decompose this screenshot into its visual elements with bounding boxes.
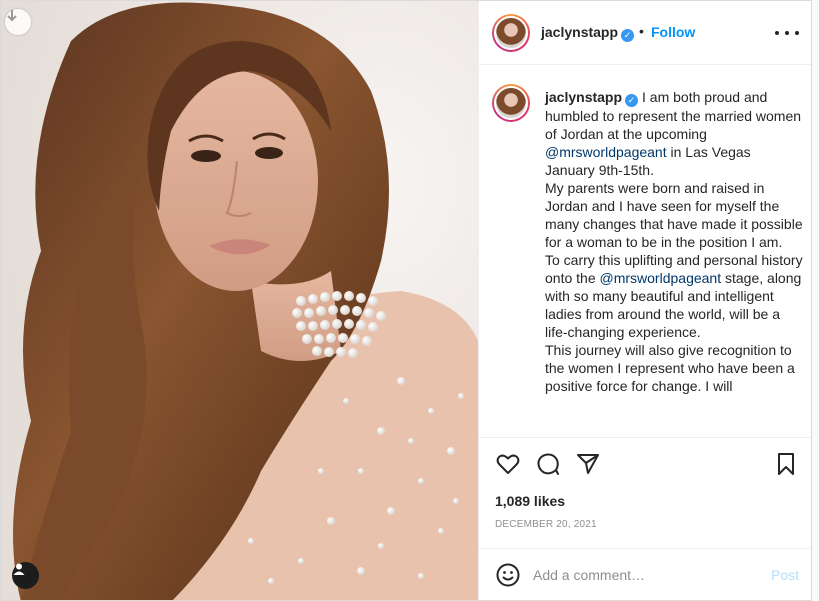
post-actions (479, 449, 811, 479)
post-header: jaclynstapp ✓ • Follow (479, 1, 811, 65)
verified-badge-icon: ✓ (625, 94, 639, 107)
post-caption: jaclynstapp ✓ I am both proud and humbled … (545, 89, 803, 394)
post-date[interactable]: DECEMBER 20, 2021 (495, 519, 597, 530)
caption-text: My parents were born and raised in Jorda… (545, 180, 803, 250)
separator-dot: • (639, 23, 644, 39)
user-tags-button[interactable] (12, 562, 39, 589)
caption-avatar[interactable] (492, 84, 530, 122)
likes-count[interactable]: 1,089 likes (495, 493, 565, 509)
verified-badge-icon: ✓ (621, 29, 635, 42)
smiley-icon (496, 563, 520, 587)
portrait-image (1, 1, 478, 600)
add-comment-bar: Post (479, 548, 811, 600)
avatar[interactable] (492, 14, 530, 52)
comments-area[interactable]: jaclynstapp ✓ I am both proud and humbled … (479, 66, 811, 438)
caption-username[interactable]: jaclynstapp ✓ (545, 89, 639, 107)
post-modal: jaclynstapp ✓ • Follow jaclynstapp ✓ I am b… (0, 0, 812, 601)
comment-bubble-icon (537, 453, 559, 475)
mention-link[interactable]: @mrsworldpageant (600, 270, 722, 286)
post-comment-button[interactable]: Post (771, 567, 799, 583)
more-options-button[interactable] (775, 23, 799, 43)
more-options-icon (775, 31, 779, 35)
username-text[interactable]: jaclynstapp (541, 24, 618, 40)
download-button[interactable] (5, 9, 31, 35)
share-button[interactable] (575, 451, 601, 477)
post-side-panel: jaclynstapp ✓ • Follow jaclynstapp ✓ I am b… (478, 1, 811, 600)
like-button[interactable] (495, 451, 521, 477)
paper-plane-icon (577, 454, 599, 474)
heart-icon (496, 454, 520, 474)
bookmark-icon (778, 453, 794, 475)
post-photo[interactable] (1, 1, 478, 600)
header-username[interactable]: jaclynstapp ✓ (541, 24, 635, 42)
emoji-button[interactable] (495, 562, 521, 588)
comment-button[interactable] (535, 451, 561, 477)
caption-text: This journey will also give recognition … (545, 342, 795, 394)
comment-input[interactable] (533, 564, 753, 586)
mention-link[interactable]: @mrsworldpageant (545, 144, 667, 160)
follow-button[interactable]: Follow (651, 24, 695, 40)
save-button[interactable] (773, 451, 799, 477)
